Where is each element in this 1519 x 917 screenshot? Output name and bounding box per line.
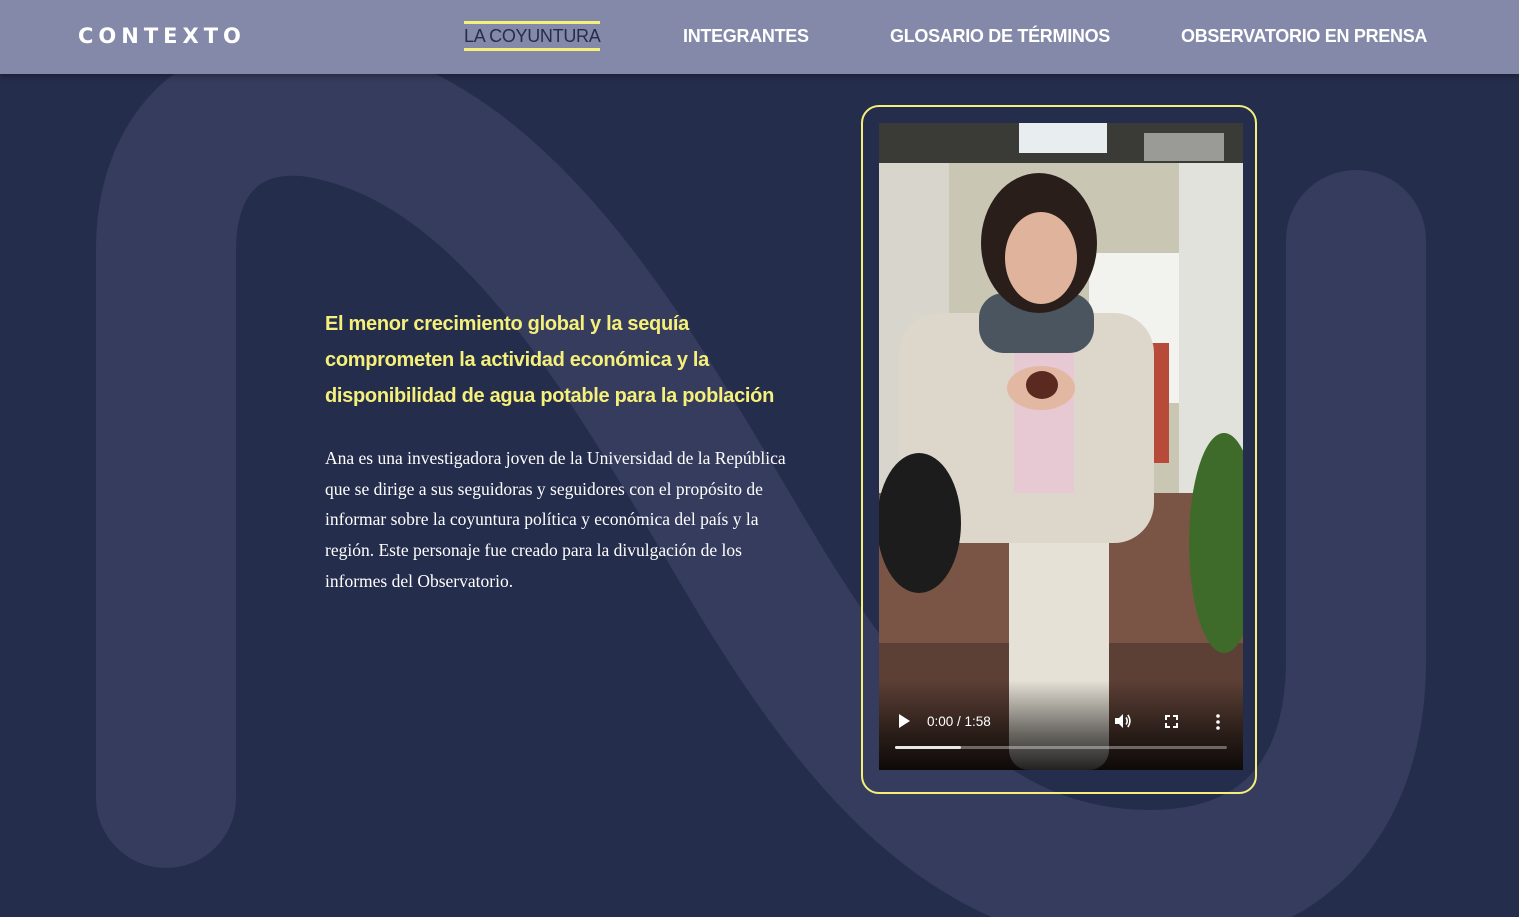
nav-observatorio-en-prensa[interactable]: OBSERVATORIO EN PRENSA	[1181, 26, 1427, 47]
nav-la-coyuntura[interactable]: LA COYUNTURA	[464, 21, 601, 51]
video-time: 0:00 / 1:58	[927, 714, 991, 729]
article-description: Ana es una investigadora joven de la Uni…	[325, 448, 786, 591]
article-headline: El menor crecimiento global y la sequía …	[325, 313, 774, 407]
volume-icon[interactable]	[1114, 713, 1132, 734]
video-player[interactable]: 0:00 / 1:58	[879, 123, 1243, 770]
video-frame	[879, 123, 1243, 770]
nav-integrantes[interactable]: INTEGRANTES	[683, 26, 809, 47]
play-icon[interactable]	[897, 713, 911, 734]
top-navigation-bar: CONTEXTO LA COYUNTURA INTEGRANTES GLOSAR…	[0, 0, 1519, 74]
more-options-icon[interactable]	[1216, 714, 1220, 735]
video-progress-bar[interactable]	[895, 746, 1227, 749]
page: CONTEXTO LA COYUNTURA INTEGRANTES GLOSAR…	[0, 0, 1519, 917]
site-logo[interactable]: CONTEXTO	[78, 24, 246, 48]
nav-glosario-de-terminos[interactable]: GLOSARIO DE TÉRMINOS	[890, 26, 1110, 47]
video-buffered-indicator	[895, 746, 962, 749]
fullscreen-icon[interactable]	[1165, 715, 1178, 733]
